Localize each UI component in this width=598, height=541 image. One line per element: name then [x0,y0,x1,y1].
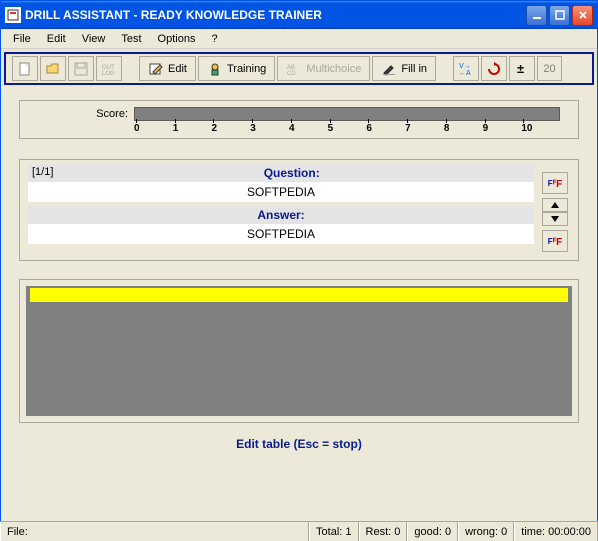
preview-area [26,286,572,416]
tick: 2 [211,123,250,134]
training-icon [207,61,223,77]
score-bar [134,107,560,121]
svg-text:CD: CD [287,71,296,77]
window-controls [526,5,593,26]
svg-text:←A: ←A [459,70,471,77]
spin-value[interactable]: 20 [537,56,562,81]
tick: 3 [250,123,289,134]
svg-text:V→: V→ [459,63,471,70]
edit-label: Edit [168,63,187,75]
next-button[interactable] [542,212,568,226]
tick: 5 [328,123,367,134]
sort-button[interactable]: V→←A [453,56,479,81]
score-label: Score: [38,108,128,120]
svg-text:LOG: LOG [102,71,115,77]
fillin-icon [381,61,397,77]
status-time: time: 00:00:00 [514,522,598,541]
answer-input[interactable] [28,224,534,244]
answer-font-button[interactable]: FꟳF [542,230,568,252]
open-button[interactable] [40,56,66,81]
menu-view[interactable]: View [74,31,114,47]
score-panel: Score: 0 1 2 3 4 5 6 7 8 9 10 [19,100,579,139]
new-button[interactable] [12,56,38,81]
edit-mode-button[interactable]: Edit [139,56,196,81]
font-icon: ꟳF [553,234,563,248]
plusminus-button[interactable]: ± [509,56,535,81]
answer-label: Answer: [28,206,534,224]
tick: 7 [405,123,444,134]
qa-panel: [1/1] Question: Answer: FꟳF FꟳF [19,159,579,261]
score-scale: 0 1 2 3 4 5 6 7 8 9 10 [134,123,560,134]
multichoice-mode-button[interactable]: ABCD Multichoice [277,56,370,81]
window-title: DRILL ASSISTANT - READY KNOWLEDGE TRAINE… [25,8,526,22]
menu-edit[interactable]: Edit [39,31,74,47]
saveas-button[interactable]: OUTLOG [96,56,122,81]
svg-text:±: ± [517,61,524,76]
content-area: Score: 0 1 2 3 4 5 6 7 8 9 10 [1/1] Ques… [1,88,597,455]
status-wrong: wrong: 0 [458,522,514,541]
tick: 4 [289,123,328,134]
multichoice-icon: ABCD [286,61,302,77]
toolbar: OUTLOG Edit Training ABCD Multichoice Fi… [4,52,594,85]
menu-help[interactable]: ? [203,31,225,47]
multichoice-label: Multichoice [306,63,361,75]
menu-file[interactable]: File [5,31,39,47]
open-folder-icon [45,61,61,77]
menubar: File Edit View Test Options ? [1,29,597,49]
training-mode-button[interactable]: Training [198,56,275,81]
save-button[interactable] [68,56,94,81]
edit-icon [148,61,164,77]
question-label: Question: [53,166,530,180]
close-button[interactable] [572,5,593,26]
status-rest: Rest: 0 [359,522,408,541]
question-input[interactable] [28,182,534,202]
prev-button[interactable] [542,198,568,212]
tick: 1 [173,123,212,134]
tick: 0 [134,123,173,134]
tick: 8 [444,123,483,134]
new-file-icon [17,61,33,77]
minimize-button[interactable] [526,5,547,26]
status-total: Total: 1 [309,522,358,541]
status-file: File: [0,522,309,541]
status-good: good: 0 [407,522,458,541]
spin-number: 20 [543,63,555,75]
saveas-icon: OUTLOG [101,61,117,77]
fillin-mode-button[interactable]: Fill in [372,56,436,81]
font-icon: ꟳF [553,176,563,190]
menu-options[interactable]: Options [150,31,204,47]
nav-updown [542,198,568,226]
refresh-button[interactable] [481,56,507,81]
question-font-button[interactable]: FꟳF [542,172,568,194]
tick: 6 [366,123,405,134]
status-file-label: File: [7,526,28,538]
maximize-button[interactable] [549,5,570,26]
training-label: Training [227,63,266,75]
fillin-label: Fill in [401,63,427,75]
hint-text: Edit table (Esc = stop) [19,437,579,451]
statusbar: File: Total: 1 Rest: 0 good: 0 wrong: 0 … [0,521,598,541]
plusminus-icon: ± [514,61,530,77]
tick: 9 [483,123,522,134]
menu-test[interactable]: Test [113,31,149,47]
app-icon [5,7,21,23]
save-icon [73,61,89,77]
preview-highlight [30,288,568,302]
qa-counter: [1/1] [32,166,53,180]
sort-icon: V→←A [458,61,474,77]
refresh-icon [486,61,502,77]
window-titlebar: DRILL ASSISTANT - READY KNOWLEDGE TRAINE… [1,1,597,29]
preview-panel [19,279,579,423]
tick: 10 [521,123,560,134]
